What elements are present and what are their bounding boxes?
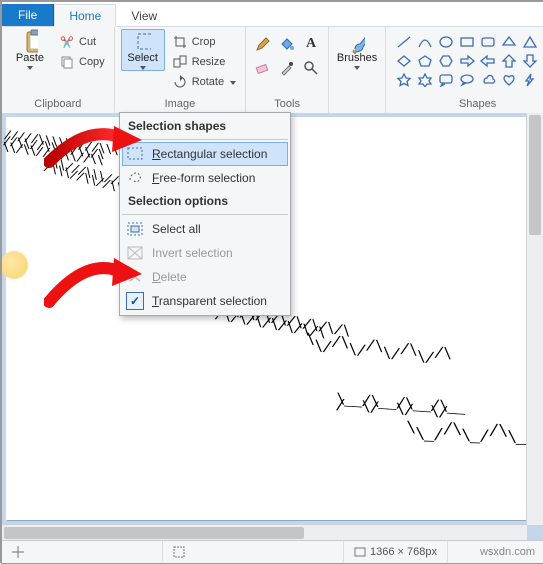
group-clipboard: Paste ✂️ Cut Copy Clipboard xyxy=(2,27,115,113)
shape-rect[interactable] xyxy=(457,33,477,51)
resize-icon xyxy=(172,54,188,70)
shape-arrow-u[interactable] xyxy=(499,52,519,70)
group-label-shapes: Shapes xyxy=(459,96,496,113)
paste-button[interactable]: Paste xyxy=(8,29,52,71)
paste-label: Paste xyxy=(16,52,44,64)
status-cursor-pos xyxy=(2,541,163,563)
menu-delete: Delete xyxy=(122,265,288,289)
status-canvas-size: 1366 × 768px xyxy=(344,541,448,563)
copy-button[interactable]: Copy xyxy=(56,53,108,71)
brushes-label: Brushes xyxy=(337,52,377,64)
rotate-button[interactable]: Rotate xyxy=(169,73,239,91)
group-image: Select Crop Resize xyxy=(115,27,246,113)
view-tab[interactable]: View xyxy=(116,4,172,26)
status-bar: 1366 × 768px wsxdn.com xyxy=(2,540,543,563)
shape-oval[interactable] xyxy=(436,33,456,51)
shape-triangle[interactable] xyxy=(520,33,540,51)
brushes-button[interactable]: Brushes xyxy=(335,29,379,71)
menu-select-all[interactable]: Select all xyxy=(122,217,288,241)
select-label: Select xyxy=(127,52,158,64)
fill-tool[interactable] xyxy=(276,33,298,55)
select-all-icon xyxy=(126,220,144,238)
delete-icon xyxy=(126,268,144,286)
cut-button[interactable]: ✂️ Cut xyxy=(56,33,108,51)
select-dropdown: Selection shapes Rectangular selection F… xyxy=(119,112,291,316)
shape-arrow-d[interactable] xyxy=(520,52,540,70)
chevron-down-icon xyxy=(140,66,146,70)
ribbon: Paste ✂️ Cut Copy Clipboard xyxy=(2,27,543,114)
group-shapes: Shapes xyxy=(386,27,543,113)
shape-diamond[interactable] xyxy=(394,52,414,70)
selection-size-icon xyxy=(173,546,185,558)
shape-line[interactable] xyxy=(394,33,414,51)
shape-roundrect[interactable] xyxy=(478,33,498,51)
brush-icon xyxy=(349,34,365,50)
shape-star5[interactable] xyxy=(394,71,414,89)
scrollbar-thumb[interactable] xyxy=(529,115,541,235)
crosshair-icon xyxy=(12,546,24,558)
shape-pentagon[interactable] xyxy=(415,52,435,70)
shape-polygon[interactable] xyxy=(499,33,519,51)
chevron-down-icon xyxy=(230,81,236,85)
copy-icon xyxy=(59,54,75,70)
status-selection-size xyxy=(163,541,344,563)
canvas-size-icon xyxy=(354,546,366,558)
file-tab[interactable]: File xyxy=(2,4,54,26)
chevron-down-icon xyxy=(354,66,360,70)
shape-heart[interactable] xyxy=(499,71,519,89)
crop-icon xyxy=(172,34,188,50)
shapes-gallery[interactable] xyxy=(392,29,543,89)
pencil-tool[interactable] xyxy=(252,33,274,55)
crop-button[interactable]: Crop xyxy=(169,33,239,51)
shape-lightning[interactable] xyxy=(520,71,540,89)
menu-transparent-selection[interactable]: ✓ Transparent selection xyxy=(122,289,288,313)
paste-icon xyxy=(22,34,38,50)
select-icon xyxy=(135,34,151,50)
group-label-tools: Tools xyxy=(274,96,300,113)
scissors-icon: ✂️ xyxy=(59,34,75,50)
resize-button[interactable]: Resize xyxy=(169,53,239,71)
freeform-selection-icon xyxy=(126,169,144,187)
shape-callout-cloud[interactable] xyxy=(478,71,498,89)
menu-rectangular-selection[interactable]: Rectangular selection xyxy=(122,142,288,166)
shape-hexagon[interactable] xyxy=(436,52,456,70)
text-tool[interactable]: A xyxy=(300,33,322,55)
dropdown-header-options: Selection options xyxy=(122,190,288,212)
group-label-image: Image xyxy=(165,96,196,113)
vertical-scrollbar[interactable] xyxy=(526,113,543,525)
menu-freeform-selection[interactable]: Free-form selection xyxy=(122,166,288,190)
group-label-clipboard: Clipboard xyxy=(34,96,81,113)
picker-tool[interactable] xyxy=(276,57,298,79)
shape-arrow-r[interactable] xyxy=(457,52,477,70)
rectangle-selection-icon xyxy=(126,145,144,163)
home-tab[interactable]: Home xyxy=(54,4,116,27)
menu-invert-selection: Invert selection xyxy=(122,241,288,265)
shape-arrow-l[interactable] xyxy=(478,52,498,70)
shape-callout-oval[interactable] xyxy=(457,71,477,89)
tab-bar: File Home View xyxy=(2,2,543,27)
shape-curve[interactable] xyxy=(415,33,435,51)
shape-star6[interactable] xyxy=(415,71,435,89)
zoom-tool[interactable] xyxy=(300,57,322,79)
invert-selection-icon xyxy=(126,244,144,262)
horizontal-scrollbar[interactable] xyxy=(2,524,527,541)
shape-callout-rnd[interactable] xyxy=(436,71,456,89)
select-button[interactable]: Select xyxy=(121,29,165,71)
chevron-down-icon xyxy=(27,66,33,70)
dropdown-header-shapes: Selection shapes xyxy=(122,115,288,137)
group-tools: A Tools xyxy=(246,27,329,113)
checked-icon: ✓ xyxy=(126,292,144,310)
eraser-tool[interactable] xyxy=(252,57,274,79)
decorative-sun xyxy=(2,251,28,279)
scrollbar-thumb[interactable] xyxy=(4,527,304,539)
watermark: wsxdn.com xyxy=(480,546,543,558)
group-brushes: Brushes xyxy=(329,27,386,113)
rotate-icon xyxy=(172,74,188,90)
